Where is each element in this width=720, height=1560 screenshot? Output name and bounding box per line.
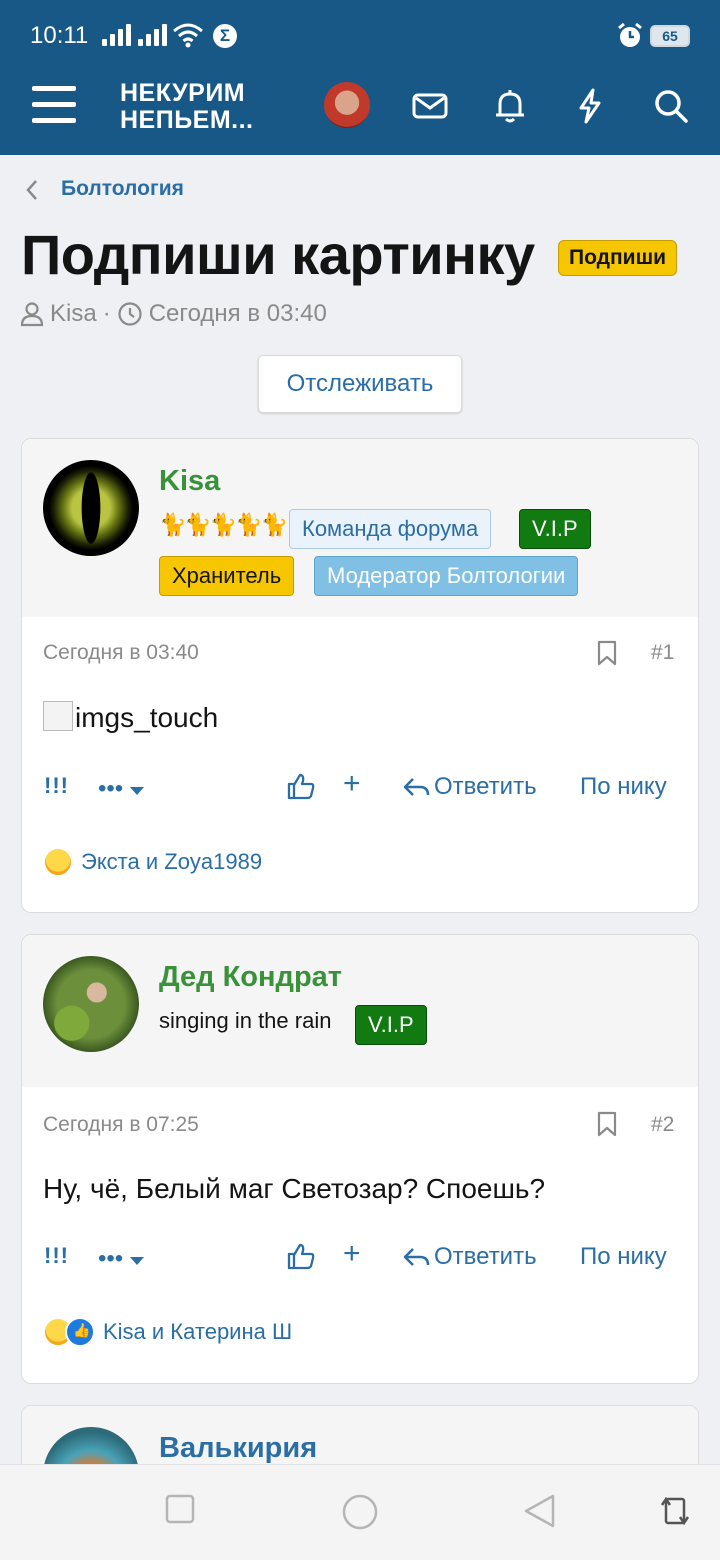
post-username[interactable]: Kisa: [159, 465, 220, 498]
bookmark-icon[interactable]: [596, 640, 618, 666]
reply-button[interactable]: Ответить: [402, 1243, 537, 1271]
post-user-block: Дед Кондрат singing in the rain V.I.P: [22, 935, 698, 1087]
post-actions: !!! ••• + Ответить По нику: [22, 767, 698, 813]
clock-icon: [118, 302, 142, 326]
user-icon: [20, 302, 44, 327]
lightning-icon[interactable]: [570, 86, 610, 126]
broken-image-icon: [43, 701, 73, 731]
badge-keeper: Хранитель: [159, 556, 295, 596]
thread-author[interactable]: Kisa: [50, 300, 97, 328]
user-title: singing in the rain: [159, 1008, 332, 1033]
like-icon[interactable]: [286, 771, 316, 801]
site-logo[interactable]: НЕКУРИМ НЕПЬЕМ...: [120, 80, 254, 134]
post-number[interactable]: #2: [651, 1113, 674, 1137]
status-bar: 10:11 Σ 65: [0, 0, 720, 70]
thread-title: Подпиши картинку: [21, 223, 535, 286]
breadcrumb-link[interactable]: Болтология: [61, 177, 184, 201]
thread-meta: Kisa · Сегодня в 03:40: [20, 300, 327, 328]
badge-moderator: Модератор Болтологии: [314, 556, 579, 596]
chevron-left-icon[interactable]: [24, 178, 40, 202]
post-body: imgs_touch: [43, 701, 218, 734]
battery-indicator: 65: [650, 25, 690, 47]
like-reaction-icon: [65, 1317, 95, 1347]
more-button[interactable]: •••: [98, 1245, 145, 1273]
system-nav-bar: [0, 1464, 720, 1560]
thread-prefix-badge[interactable]: Подпиши: [558, 240, 677, 276]
rating-cats: 🐈🐈🐈🐈🐈: [159, 512, 288, 537]
signal-icon: [138, 24, 167, 46]
menu-icon[interactable]: [32, 86, 76, 124]
by-nick-button[interactable]: По нику: [580, 773, 667, 801]
back-icon[interactable]: [522, 1493, 556, 1529]
like-icon[interactable]: [286, 1241, 316, 1271]
badge-team: Команда форума: [289, 509, 492, 549]
wifi-icon: [173, 23, 203, 48]
reactions-text[interactable]: Kisa и Катерина Ш: [103, 1319, 292, 1345]
caret-down-icon: [130, 787, 145, 795]
mail-icon[interactable]: [410, 86, 450, 126]
laugh-reaction-icon: [43, 847, 73, 877]
plus-button[interactable]: +: [343, 767, 361, 801]
post-user-block: Kisa 🐈🐈🐈🐈🐈 Команда форума V.I.P Хранител…: [22, 439, 698, 617]
post: Дед Кондрат singing in the rain V.I.P Се…: [21, 934, 699, 1384]
caret-down-icon: [130, 1257, 145, 1265]
recent-apps-icon[interactable]: [164, 1493, 196, 1525]
exclaim-button[interactable]: !!!: [44, 1243, 69, 1269]
home-icon[interactable]: [341, 1493, 379, 1531]
post: Kisa 🐈🐈🐈🐈🐈 Команда форума V.I.P Хранител…: [21, 438, 699, 913]
post-username[interactable]: Валькирия: [159, 1432, 317, 1465]
post-number[interactable]: #1: [651, 641, 674, 665]
post-date[interactable]: Сегодня в 07:25: [43, 1113, 199, 1137]
bookmark-icon[interactable]: [596, 1111, 618, 1137]
signal-icon: [102, 24, 131, 46]
user-avatar[interactable]: [43, 956, 139, 1052]
badge-vip: V.I.P: [355, 1005, 427, 1045]
user-avatar[interactable]: [43, 460, 139, 556]
exclaim-button[interactable]: !!!: [44, 773, 69, 799]
watch-button[interactable]: Отслеживать: [258, 355, 462, 413]
post-username[interactable]: Дед Кондрат: [159, 961, 342, 994]
by-nick-button[interactable]: По нику: [580, 1243, 667, 1271]
rotate-icon[interactable]: [660, 1493, 690, 1529]
app-header: НЕКУРИМ НЕПЬЕМ...: [0, 70, 720, 155]
badge-vip: V.I.P: [519, 509, 591, 549]
sigma-icon: Σ: [213, 24, 237, 48]
reply-icon: [403, 1248, 430, 1266]
reply-button[interactable]: Ответить: [402, 773, 537, 801]
reactions-bar[interactable]: Экста и Zoya1989: [43, 847, 262, 877]
post-actions: !!! ••• + Ответить По нику: [22, 1237, 698, 1283]
bell-icon[interactable]: [490, 86, 530, 126]
reactions-text[interactable]: Экста и Zoya1989: [81, 849, 262, 875]
plus-button[interactable]: +: [343, 1237, 361, 1271]
reactions-bar[interactable]: Kisa и Катерина Ш: [43, 1317, 292, 1347]
alarm-icon: [618, 22, 642, 47]
thread-date[interactable]: Сегодня в 03:40: [149, 300, 327, 328]
user-avatar[interactable]: [324, 82, 370, 128]
search-icon[interactable]: [651, 86, 691, 126]
post-body: Ну, чё, Белый маг Светозар? Споешь?: [43, 1173, 546, 1204]
post-date[interactable]: Сегодня в 03:40: [43, 641, 199, 665]
reply-icon: [403, 778, 430, 796]
more-button[interactable]: •••: [98, 775, 145, 803]
status-time: 10:11: [30, 22, 89, 49]
